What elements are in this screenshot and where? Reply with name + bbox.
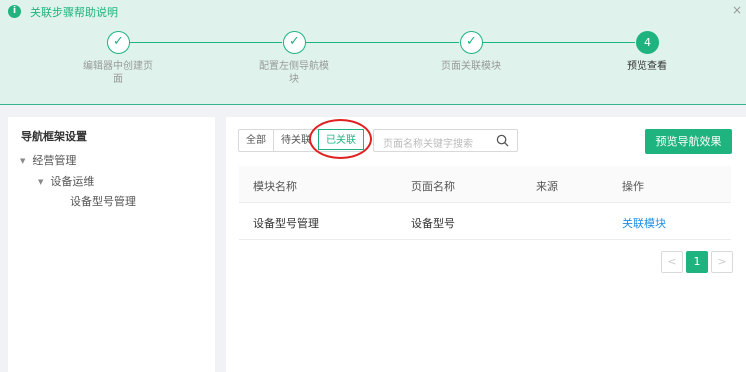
column-header: 页面名称 [411, 180, 455, 193]
search-icon[interactable] [496, 134, 509, 147]
page-name-cell: 设备型号 [411, 217, 455, 230]
step-1-check-icon: ✓ [107, 31, 130, 54]
link-module-action[interactable]: 关联模块 [622, 215, 666, 231]
step-connector [306, 42, 459, 43]
preview-nav-button[interactable]: 预览导航效果 [645, 129, 732, 154]
filter-tabs: 全部 待关联 已关联 [238, 129, 364, 152]
page-number-button[interactable]: 1 [686, 251, 708, 273]
nav-frame-panel: 导航框架设置 ▼ 经营管理 ▼ 设备运维 设备型号管理 [8, 117, 215, 372]
step-connector [483, 42, 635, 43]
search-placeholder: 页面名称关键字搜索 [383, 139, 473, 150]
panel-heading: 导航框架设置 [21, 130, 87, 143]
column-header: 来源 [536, 180, 558, 193]
step-connector [130, 42, 282, 43]
column-header: 操作 [622, 180, 644, 193]
help-banner: i 关联步骤帮助说明 × ✓ ✓ ✓ 4 编辑器中创建页 面 配置左侧导航模 块… [0, 0, 746, 105]
table-header: 模块名称 页面名称 来源 操作 [239, 166, 731, 203]
table-row: 设备型号管理 设备型号 关联模块 [239, 203, 731, 240]
step-2-label: 配置左侧导航模 块 [259, 61, 329, 85]
search-input[interactable]: 页面名称关键字搜索 [373, 129, 518, 152]
next-page-button[interactable]: > [711, 251, 733, 273]
tab-linked[interactable]: 已关联 [318, 129, 364, 150]
tab-all[interactable]: 全部 [239, 130, 274, 151]
caret-down-icon[interactable]: ▼ [20, 157, 25, 165]
tree-node-equipment-model[interactable]: 设备型号管理 [70, 193, 136, 209]
banner-title: 关联步骤帮助说明 [30, 6, 118, 19]
column-header: 模块名称 [253, 180, 297, 193]
caret-down-icon[interactable]: ▼ [38, 178, 43, 186]
step-2-check-icon: ✓ [283, 31, 306, 54]
step-3-label: 页面关联模块 [441, 61, 501, 72]
step-4-label: 预览查看 [627, 61, 667, 72]
module-name-cell: 设备型号管理 [253, 217, 319, 230]
tab-pending[interactable]: 待关联 [274, 130, 319, 151]
tree-node-business[interactable]: ▼ 经营管理 [20, 152, 76, 168]
association-panel: 全部 待关联 已关联 页面名称关键字搜索 预览导航效果 模块名称 页面名称 来源… [226, 117, 746, 372]
step-4-number: 4 [636, 31, 659, 54]
step-1-label: 编辑器中创建页 面 [83, 61, 153, 85]
module-table: 模块名称 页面名称 来源 操作 设备型号管理 设备型号 关联模块 [239, 166, 731, 240]
close-icon[interactable]: × [732, 3, 742, 17]
tree-node-equipment-ops[interactable]: ▼ 设备运维 [38, 173, 94, 189]
info-icon: i [8, 5, 21, 18]
prev-page-button[interactable]: < [661, 251, 683, 273]
step-3-check-icon: ✓ [460, 31, 483, 54]
